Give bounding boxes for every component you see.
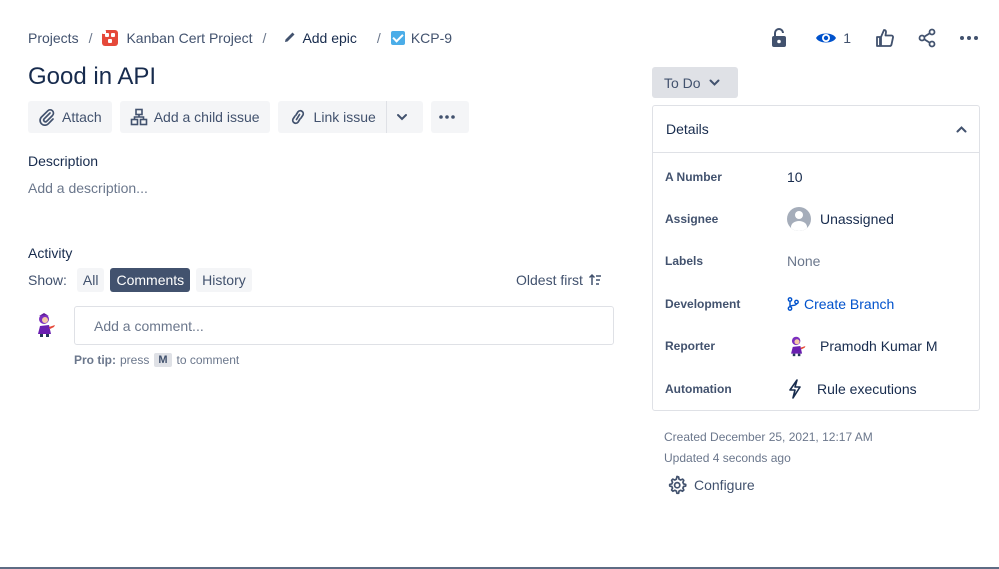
pencil-icon	[284, 31, 296, 46]
description-heading: Description	[28, 153, 99, 169]
link-issue-label: Link issue	[313, 109, 376, 125]
chevron-down-icon	[709, 79, 720, 86]
more-actions-button[interactable]	[430, 101, 469, 133]
breadcrumb-issue-key: KCP-9	[410, 30, 453, 46]
labels-value[interactable]: None	[787, 253, 820, 269]
create-branch-label: Create Branch	[804, 296, 895, 312]
created-date: Created December 25, 2021, 12:17 AM	[664, 430, 873, 444]
lock-icon[interactable]	[767, 26, 791, 50]
detail-key: Reporter	[665, 339, 716, 353]
detail-key: Development	[665, 297, 741, 311]
reporter-value: Pramodh Kumar M	[820, 338, 938, 354]
attach-button[interactable]: Attach	[28, 101, 112, 133]
pro-tip-label: Pro tip:	[74, 353, 116, 367]
issue-toolbar: Attach Add a child issue Link issue	[28, 101, 477, 133]
comment-input[interactable]: Add a comment...	[74, 306, 614, 345]
reporter-avatar	[791, 336, 806, 357]
assignee-field[interactable]: Unassigned	[787, 207, 894, 231]
breadcrumb-project-name: Kanban Cert Project	[126, 30, 253, 46]
sort-icon	[588, 273, 601, 285]
pro-tip-tail: to comment	[176, 353, 240, 367]
attach-label: Attach	[62, 109, 102, 125]
details-header[interactable]: Details	[653, 106, 979, 153]
a-number-value[interactable]: 10	[787, 169, 803, 185]
breadcrumb-issue[interactable]: KCP-9	[390, 30, 453, 46]
task-type-icon	[390, 31, 405, 45]
sort-label: Oldest first	[516, 272, 583, 288]
share-icon[interactable]	[915, 26, 939, 50]
configure-button[interactable]: Configure	[667, 475, 755, 495]
more-icon[interactable]	[957, 26, 981, 50]
details-heading: Details	[666, 121, 709, 137]
filter-history[interactable]: History	[196, 268, 252, 292]
more-icon	[439, 115, 455, 119]
thumbs-up-icon[interactable]	[873, 26, 897, 50]
branch-icon	[787, 297, 799, 311]
detail-row-assignee: Assignee Unassigned	[665, 204, 965, 234]
activity-heading: Activity	[28, 245, 73, 261]
create-branch-link[interactable]: Create Branch	[787, 296, 894, 312]
reporter-field[interactable]: Pramodh Kumar M	[787, 335, 937, 357]
add-child-issue-label: Add a child issue	[153, 109, 260, 125]
breadcrumb-project[interactable]: Kanban Cert Project	[102, 30, 253, 46]
pro-tip-press: press	[120, 353, 150, 367]
rule-executions[interactable]: Rule executions	[787, 379, 917, 399]
detail-key: Labels	[665, 254, 704, 268]
lightning-icon	[789, 379, 801, 399]
detail-key: Assignee	[665, 212, 719, 226]
gear-icon	[668, 475, 687, 495]
chevron-down-icon	[396, 114, 407, 121]
activity-filter: Show: All Comments History	[28, 268, 258, 292]
user-avatar	[38, 313, 55, 337]
status-label: To Do	[664, 74, 701, 91]
breadcrumb-projects[interactable]: Projects	[28, 30, 79, 46]
assignee-value: Unassigned	[820, 211, 894, 227]
link-issue-button[interactable]: Link issue	[277, 101, 386, 133]
filter-comments[interactable]: Comments	[110, 268, 191, 292]
status-dropdown[interactable]: To Do	[652, 67, 738, 98]
breadcrumb-separator: /	[262, 30, 267, 46]
details-panel: Details A Number 10 Assignee Unassigned …	[652, 105, 980, 411]
detail-row-automation: Automation Rule executions	[665, 374, 965, 404]
issue-actions: 1	[749, 26, 981, 50]
hierarchy-icon	[130, 108, 148, 126]
sort-order-button[interactable]: Oldest first	[516, 272, 602, 288]
watch-count: 1	[843, 30, 851, 46]
unassigned-avatar-icon	[787, 207, 811, 231]
issue-title[interactable]: Good in API	[28, 63, 156, 91]
show-label: Show:	[28, 272, 67, 288]
detail-row-a-number: A Number 10	[665, 162, 965, 192]
chevron-up-icon	[956, 125, 967, 132]
project-avatar-icon	[102, 30, 119, 46]
add-epic-link[interactable]: Add epic	[284, 30, 357, 46]
filter-all[interactable]: All	[76, 268, 105, 292]
watch-button[interactable]: 1	[815, 30, 851, 46]
link-icon	[291, 109, 304, 125]
updated-date: Updated 4 seconds ago	[664, 451, 791, 465]
pro-tip: Pro tip: press M to comment	[74, 353, 239, 367]
eye-icon	[816, 33, 837, 43]
rule-executions-label: Rule executions	[817, 381, 917, 397]
configure-label: Configure	[694, 477, 755, 493]
paperclip-icon	[39, 109, 55, 126]
description-field[interactable]: Add a description...	[28, 180, 148, 196]
add-epic-label: Add epic	[302, 30, 357, 46]
detail-row-labels: Labels None	[665, 246, 965, 276]
breadcrumb-separator: /	[376, 30, 381, 46]
link-issue-dropdown[interactable]	[385, 101, 423, 133]
detail-row-reporter: Reporter Pramodh Kumar M	[665, 331, 965, 361]
pro-tip-key: M	[154, 353, 172, 367]
breadcrumb-separator: /	[88, 30, 93, 46]
breadcrumb: Projects / Kanban Cert Project / Add epi…	[28, 28, 452, 48]
detail-row-development: Development Create Branch	[665, 289, 965, 319]
add-child-issue-button[interactable]: Add a child issue	[119, 101, 270, 133]
detail-key: Automation	[665, 382, 732, 396]
detail-key: A Number	[665, 170, 722, 184]
